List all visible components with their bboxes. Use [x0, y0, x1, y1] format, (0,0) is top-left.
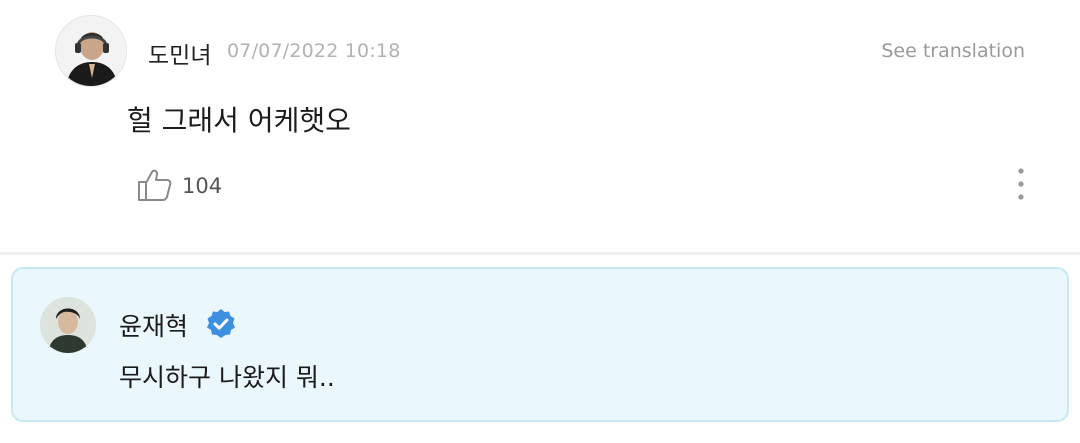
more-vertical-icon[interactable] — [1008, 166, 1034, 204]
comment-text: 헐 그래서 어케햇오 — [127, 104, 351, 137]
commenter-avatar[interactable] — [55, 15, 127, 87]
like-count: 104 — [182, 174, 223, 198]
thumbs-up-icon[interactable] — [136, 166, 174, 204]
artist-reply-card: 윤재혁 무시하구 나왔지 뭐.. — [11, 267, 1069, 422]
see-translation-link[interactable]: See translation — [881, 40, 1025, 62]
section-divider — [0, 252, 1080, 255]
verified-badge-icon — [205, 308, 237, 340]
artist-avatar[interactable] — [40, 297, 96, 353]
fan-comment: 도민녀 07/07/2022 10:18 See translation 헐 그… — [0, 0, 1080, 252]
artist-name[interactable]: 윤재혁 — [119, 307, 188, 343]
comment-timestamp: 07/07/2022 10:18 — [227, 40, 401, 62]
commenter-name[interactable]: 도민녀 — [148, 36, 211, 70]
reply-text: 무시하구 나왔지 뭐.. — [119, 363, 335, 392]
